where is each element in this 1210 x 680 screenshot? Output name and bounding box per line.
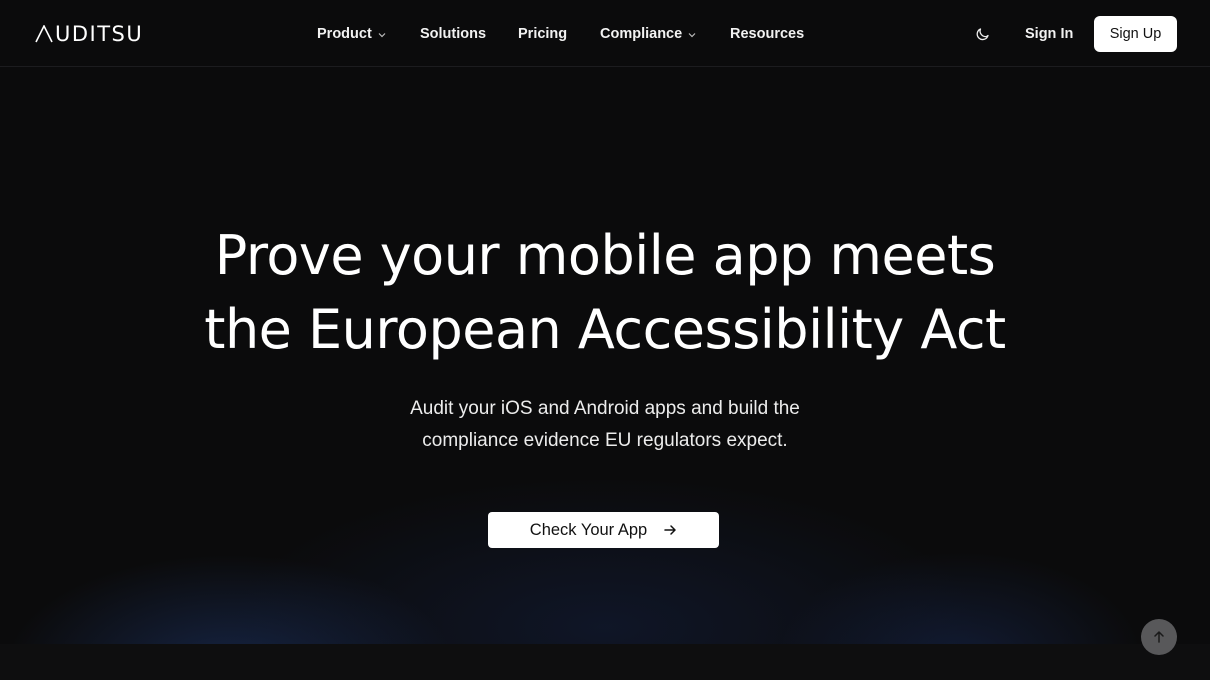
nav-item-compliance[interactable]: Compliance: [600, 24, 697, 44]
hero-title-line-1: Prove your mobile app meets: [214, 224, 996, 287]
arrow-right-icon: [664, 525, 676, 535]
hero-section: Prove your mobile app meets the European…: [0, 67, 1210, 644]
nav-item-resources[interactable]: Resources: [730, 24, 804, 44]
hero-subtitle-line-2: compliance evidence EU regulators expect…: [422, 430, 788, 451]
nav-item-label: Solutions: [420, 26, 487, 42]
hero-subtitle-line-1: Audit your iOS and Android apps and buil…: [410, 398, 800, 419]
sign-up-button[interactable]: Sign Up: [1094, 16, 1177, 52]
nav-item-label: Product: [317, 26, 372, 42]
moon-icon: [976, 28, 989, 41]
nav-item-solutions[interactable]: Solutions: [420, 24, 486, 44]
hero-title: Prove your mobile app meets the European…: [0, 219, 1210, 367]
nav-item-label: Pricing: [518, 26, 568, 42]
scroll-to-top-button[interactable]: [1141, 619, 1177, 655]
nav-item-pricing[interactable]: Pricing: [518, 24, 567, 44]
theme-toggle-button[interactable]: [972, 23, 994, 45]
arrow-up-icon: [1154, 631, 1164, 643]
nav-item-label: Resources: [730, 26, 805, 42]
chevron-down-icon: [378, 32, 386, 37]
chevron-down-icon: [688, 32, 696, 37]
hero-title-line-2: the European Accessibility Act: [204, 298, 1006, 361]
cta-label: Check Your App: [529, 520, 648, 539]
next-section-edge: [0, 644, 1210, 680]
sign-in-link[interactable]: Sign In: [1025, 24, 1073, 44]
nav-item-product[interactable]: Product: [317, 24, 387, 44]
top-nav-bar: UDITSU Product Solutions Pricing Complia…: [0, 0, 1210, 67]
landing-page: UDITSU Product Solutions Pricing Complia…: [0, 0, 1210, 680]
check-your-app-button[interactable]: Check Your App: [488, 512, 719, 548]
nav-item-label: Compliance: [600, 26, 683, 42]
hero-subtitle: Audit your iOS and Android apps and buil…: [0, 393, 1210, 457]
